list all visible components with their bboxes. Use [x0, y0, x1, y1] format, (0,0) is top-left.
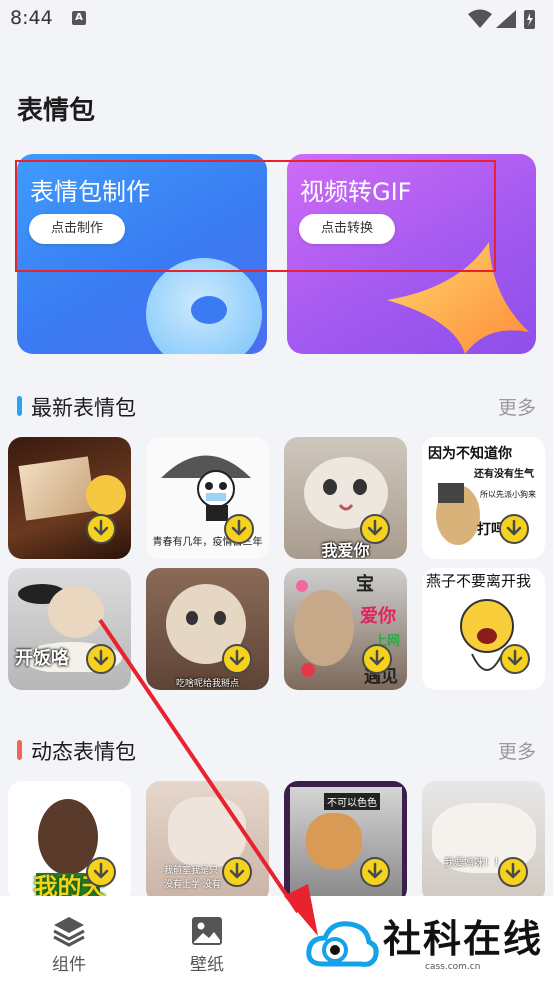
status-bar: 8:44 A — [0, 0, 553, 38]
nav-widgets[interactable]: 组件 — [14, 896, 124, 984]
meme-caption: 开饭咯 — [15, 648, 69, 669]
dog-picture — [436, 483, 480, 545]
cloud-eye-logo-icon — [306, 921, 379, 967]
image-icon — [192, 917, 222, 945]
download-icon[interactable] — [360, 514, 390, 544]
meme-caption: 我爱你 — [321, 541, 370, 559]
download-icon[interactable] — [222, 644, 252, 674]
meme-caption: 宝 — [356, 574, 374, 595]
meme-caption: 因为不知道你 — [428, 446, 512, 462]
download-icon[interactable] — [224, 514, 254, 544]
meme-caption: 爱你 — [360, 606, 396, 627]
status-icons — [468, 9, 535, 29]
meme-caption: 我要妈咪！！ — [444, 858, 504, 869]
nav-widgets-label: 组件 — [52, 955, 86, 975]
signal-icon — [496, 10, 516, 28]
meme-caption: 所以先派小狗来 — [480, 490, 536, 499]
download-icon[interactable] — [86, 857, 116, 887]
meme-caption: 我前室我是只 — [164, 866, 219, 876]
meme-tile[interactable]: 宝 爱你 上网 遇见你 — [284, 568, 407, 690]
download-icon[interactable] — [360, 857, 390, 887]
meme-caption: 吃啥呢给我掰点 — [175, 679, 239, 689]
meme-tile[interactable]: 燕子不要离开我 — [422, 568, 545, 690]
latest-section-title: 最新表情包 — [31, 396, 136, 420]
meme-caption: 没有上学 没有 — [164, 880, 221, 890]
dog-head-picture — [306, 813, 362, 869]
section-marker — [17, 740, 22, 760]
download-icon[interactable] — [500, 644, 530, 674]
latest-more-link[interactable]: 更多 — [498, 393, 536, 420]
animated-meme-tile[interactable]: 我前室我是只 没有上学 没有 — [146, 781, 269, 903]
animated-meme-tile[interactable]: 不可以色色 — [284, 781, 407, 903]
latest-section-header: 最新表情包 更多 — [17, 392, 536, 422]
meme-tile[interactable]: 吃啥呢给我掰点 — [146, 568, 269, 690]
meme-tile[interactable]: 我爱你 — [284, 437, 407, 559]
animated-section-header: 动态表情包 更多 — [17, 736, 536, 766]
download-icon[interactable] — [86, 644, 116, 674]
status-time: 8:44 — [10, 7, 53, 29]
meme-tile[interactable]: 因为不知道你 还有没有生气 所以先派小狗来 打吗 — [422, 437, 545, 559]
download-icon[interactable] — [362, 644, 392, 674]
meme-tile[interactable] — [8, 437, 131, 559]
layers-icon — [53, 917, 85, 947]
crying-emoji-icon — [86, 475, 126, 515]
download-icon[interactable] — [222, 857, 252, 887]
animated-meme-tile[interactable]: 我的天 — [8, 781, 131, 903]
highlight-box — [15, 160, 496, 272]
animated-meme-tile[interactable]: 我要妈咪！！ — [422, 781, 545, 903]
nav-wallpaper-label: 壁纸 — [190, 955, 224, 975]
watermark-logo: 社科在线 cass.com.cn — [305, 910, 545, 974]
section-marker — [17, 396, 22, 416]
download-icon[interactable] — [498, 857, 528, 887]
page-title: 表情包 — [17, 96, 96, 126]
download-icon[interactable] — [499, 514, 529, 544]
watermark-domain: cass.com.cn — [425, 962, 481, 972]
notification-a-icon: A — [72, 11, 86, 25]
watermark-text: 社科在线 — [383, 917, 544, 961]
meme-picture — [18, 456, 96, 521]
meme-caption: 不可以色色 — [324, 793, 380, 810]
meme-tile[interactable]: 开饭咯 — [8, 568, 131, 690]
animated-more-link[interactable]: 更多 — [498, 737, 536, 764]
panda-umbrella-picture — [161, 455, 251, 521]
nav-wallpaper[interactable]: 壁纸 — [152, 896, 262, 984]
wifi-icon — [468, 9, 492, 28]
meme-tile[interactable]: 青春有几年，疫情占三年 — [146, 437, 269, 559]
meme-caption: 燕子不要离开我 — [426, 572, 532, 590]
animated-section-title: 动态表情包 — [31, 740, 136, 764]
download-icon[interactable] — [86, 514, 116, 544]
